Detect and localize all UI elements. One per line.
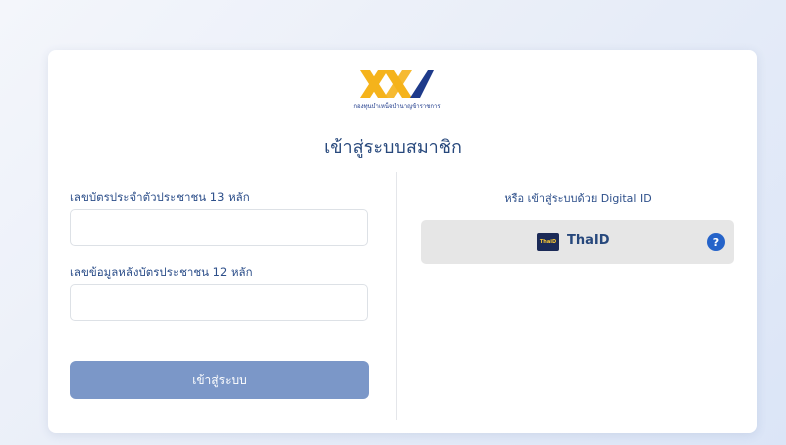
logo-caption: กองทุนบำเหน็จบำนาญข้าราชการ xyxy=(353,103,441,110)
help-icon[interactable]: ? xyxy=(707,233,725,251)
id-card-input[interactable] xyxy=(70,209,368,246)
thaid-label: ThaID xyxy=(567,233,610,248)
laser-code-label: เลขข้อมูลหลังบัตรประชาชน 12 หลัก xyxy=(70,265,253,279)
id-card-label: เลขบัตรประจำตัวประชาชน 13 หลัก xyxy=(70,190,250,204)
digital-id-heading: หรือ เข้าสู่ระบบด้วย Digital ID xyxy=(504,192,652,205)
laser-code-input[interactable] xyxy=(70,284,368,321)
page-title: เข้าสู่ระบบสมาชิก xyxy=(324,137,462,158)
column-divider xyxy=(396,172,397,420)
login-button[interactable]: เข้าสู่ระบบ xyxy=(70,361,369,399)
thaid-login-button[interactable]: ThaiD ThaID ? xyxy=(421,220,734,264)
gpf-logo: กองทุนบำเหน็จบำนาญข้าราชการ xyxy=(337,68,457,114)
thaid-logo-icon: ThaiD xyxy=(537,233,559,251)
gpf-logo-mark xyxy=(360,70,434,98)
